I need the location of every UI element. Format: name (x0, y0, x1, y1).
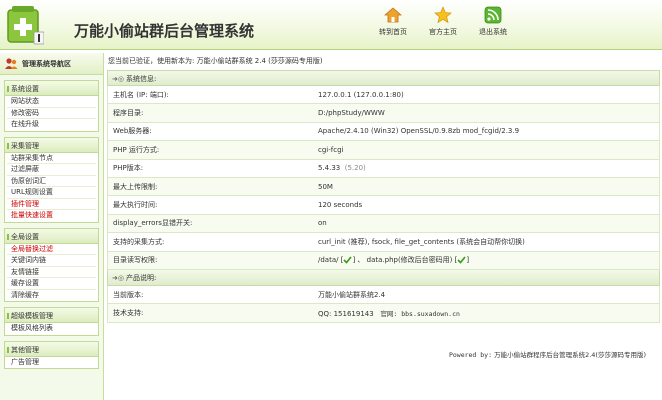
info-key: 最大上传限制: (113, 182, 158, 191)
sidebar-group-title[interactable]: 其他管理 (4, 340, 99, 357)
info-value: D:/phpStudy/WWW (318, 109, 385, 118)
home-link[interactable]: 转到首页 (368, 6, 418, 37)
sidebar-group-title[interactable]: 超级模板管理 (4, 307, 99, 323)
system-info-title: 系统信息: (125, 75, 157, 83)
info-key: Web服务器: (113, 127, 152, 136)
sidebar-item-plugins[interactable]: 插件管理 (7, 199, 96, 210)
app-title: 万能小偷站群后台管理系统 (74, 22, 255, 40)
system-info-panel: ➜◎ 系统信息: 主机名 (IP: 端口): 127.0.0.1 (127.0.0… (107, 70, 660, 323)
info-row: 支持的采集方式: curl_init (推荐), fsock, file_get… (107, 233, 660, 252)
info-row: 技术支持: QQ: 151619143 官网: bbs.suxadown.cn (107, 304, 660, 323)
permissions-value: /data/ [ ] 、 data.php(修改后台密码用) [] (318, 255, 659, 265)
top-nav: 转到首页 官方主页 退出系统 (368, 6, 518, 37)
info-row: 最大执行时间: 120 seconds (107, 196, 660, 215)
footer: Powered by: 万能小偷站群程序后台管理系统2.4(莎莎源码专用版) (449, 349, 646, 359)
sidebar-group-other: 其他管理 广告管理 (4, 340, 99, 369)
perm-data-dir: /data/ [ (318, 256, 344, 265)
perm-data-php: ] 、 data.php(修改后台密码用) [ (352, 256, 458, 265)
sidebar-item-template-list[interactable]: 模板风格列表 (7, 323, 96, 335)
info-row: 主机名 (IP: 端口): 127.0.0.1 (127.0.0.1:80) (107, 86, 660, 105)
logout-link[interactable]: 退出系统 (468, 6, 518, 37)
info-value: Apache/2.4.10 (Win32) OpenSSL/0.9.8zb mo… (318, 127, 520, 136)
info-value: 127.0.0.1 (127.0.0.1:80) (318, 90, 404, 99)
sidebar-group-templates: 超级模板管理 模板风格列表 (4, 307, 99, 336)
info-value: 120 seconds (318, 201, 363, 210)
info-row: 最大上传限制: 50M (107, 177, 660, 197)
sidebar-group-title[interactable]: 全局设置 (4, 227, 99, 244)
info-row: 程序目录: D:/phpStudy/WWW (107, 104, 660, 123)
info-value: 50M (318, 182, 333, 191)
info-key: 最大执行时间: (113, 201, 158, 210)
users-icon (5, 57, 18, 69)
powered-by-label: Powered by: (448, 351, 492, 359)
sidebar-title: 管理系统导航区 (22, 59, 71, 68)
info-key: 技术支持: (113, 308, 144, 317)
info-key: PHP 运行方式: (113, 145, 160, 154)
sidebar-item-global-replace[interactable]: 全局替换过滤 (7, 244, 96, 255)
info-key: 支持的采集方式: (113, 237, 165, 246)
sidebar-group-system: 系统设置 网站状态 修改密码 在线升级 (4, 80, 99, 132)
sidebar-item-keyword-links[interactable]: 关键词内链 (7, 255, 96, 267)
info-row: PHP版本: 5.4.33 (5.20) (107, 159, 660, 178)
sidebar-item-cache-settings[interactable]: 缓存设置 (7, 278, 96, 290)
arrow-icon: ➜◎ (112, 75, 124, 83)
sidebar-item-ads[interactable]: 广告管理 (7, 357, 96, 369)
info-key: 目录读写权限: (113, 256, 158, 265)
info-value: on (318, 219, 327, 228)
sidebar-item-url-rules[interactable]: URL规则设置 (7, 187, 96, 199)
sidebar-item-change-password[interactable]: 修改密码 (7, 108, 96, 119)
sidebar-item-clear-cache[interactable]: 清除缓存 (7, 290, 96, 302)
sidebar-header: 管理系统导航区 (0, 53, 103, 75)
perm-close: ] (466, 256, 470, 265)
header: 万能小偷站群后台管理系统 转到首页 官方主页 退出系统 (0, 0, 662, 50)
info-value: cgi-fcgi (318, 145, 344, 154)
sidebar-group-title[interactable]: 系统设置 (4, 80, 99, 96)
home-link-label: 转到首页 (379, 28, 407, 36)
info-row: 当前版本: 万能小偷站群系统2.4 (107, 285, 660, 305)
support-site: 官网: bbs.suxadown.cn (380, 309, 460, 318)
info-key: 当前版本: (113, 290, 144, 299)
sidebar-item-pseudo-original[interactable]: 伪原创词汇 (7, 176, 96, 187)
main-content: 您当前已验证，使用新本为: 万能小偷站群系统 2.4 (莎莎源码专用版) ➜◎ 系… (107, 53, 662, 400)
welcome-text: 您当前已验证，使用新本为: 万能小偷站群系统 2.4 (莎莎源码专用版) (108, 57, 323, 65)
system-info-header: ➜◎ 系统信息: (107, 70, 660, 86)
collect-methods: curl_init (推荐), fsock, file_get_contents… (318, 237, 525, 246)
version-value: 万能小偷站群系统2.4 (318, 290, 386, 299)
rss-exit-icon (484, 6, 502, 24)
product-info-header: ➜◎ 产品说明: (107, 269, 660, 286)
official-site-label: 官方主页 (429, 28, 457, 36)
info-key: 主机名 (IP: 端口): (113, 90, 169, 99)
php-version: 5.4.33 (318, 164, 341, 173)
sidebar: 管理系统导航区 系统设置 网站状态 修改密码 在线升级 采集管理 站群采集节点 … (0, 53, 104, 400)
info-row: 目录读写权限: /data/ [ ] 、 data.php(修改后台密码用) [] (107, 251, 660, 270)
sidebar-item-collect-nodes[interactable]: 站群采集节点 (7, 153, 96, 164)
sidebar-item-site-status[interactable]: 网站状态 (7, 96, 96, 108)
info-row: PHP 运行方式: cgi-fcgi (107, 141, 660, 160)
sidebar-group-collect: 采集管理 站群采集节点 过滤屏蔽 伪原创词汇 URL规则设置 插件管理 批量快速… (4, 136, 99, 223)
official-site-link[interactable]: 官方主页 (418, 6, 468, 37)
logo-icon (7, 6, 44, 45)
info-key: PHP版本: (113, 164, 144, 173)
powered-by-text: 万能小偷站群程序后台管理系统2.4(莎莎源码专用版) (494, 351, 646, 359)
sidebar-group-title[interactable]: 采集管理 (4, 136, 99, 153)
sidebar-group-global: 全局设置 全局替换过滤 关键词内链 友情链接 缓存设置 清除缓存 (4, 227, 99, 302)
php-version-min: (5.20) (344, 164, 366, 173)
sidebar-item-online-upgrade[interactable]: 在线升级 (7, 119, 96, 131)
info-row: display_errors显错开关: on (107, 214, 660, 234)
logout-label: 退出系统 (479, 28, 507, 36)
star-icon (434, 6, 452, 24)
info-key: display_errors显错开关: (113, 219, 193, 228)
arrow-icon: ➜◎ (112, 273, 124, 282)
info-row: Web服务器: Apache/2.4.10 (Win32) OpenSSL/0.… (107, 122, 660, 142)
home-icon (384, 7, 402, 23)
support-qq: QQ: 151619143 (318, 309, 374, 318)
info-key: 程序目录: (113, 109, 144, 118)
sidebar-item-friend-links[interactable]: 友情链接 (7, 267, 96, 278)
sidebar-item-batch-settings[interactable]: 批量快速设置 (7, 210, 96, 222)
sidebar-item-filter[interactable]: 过滤屏蔽 (7, 164, 96, 176)
product-info-title: 产品说明: (125, 273, 157, 282)
